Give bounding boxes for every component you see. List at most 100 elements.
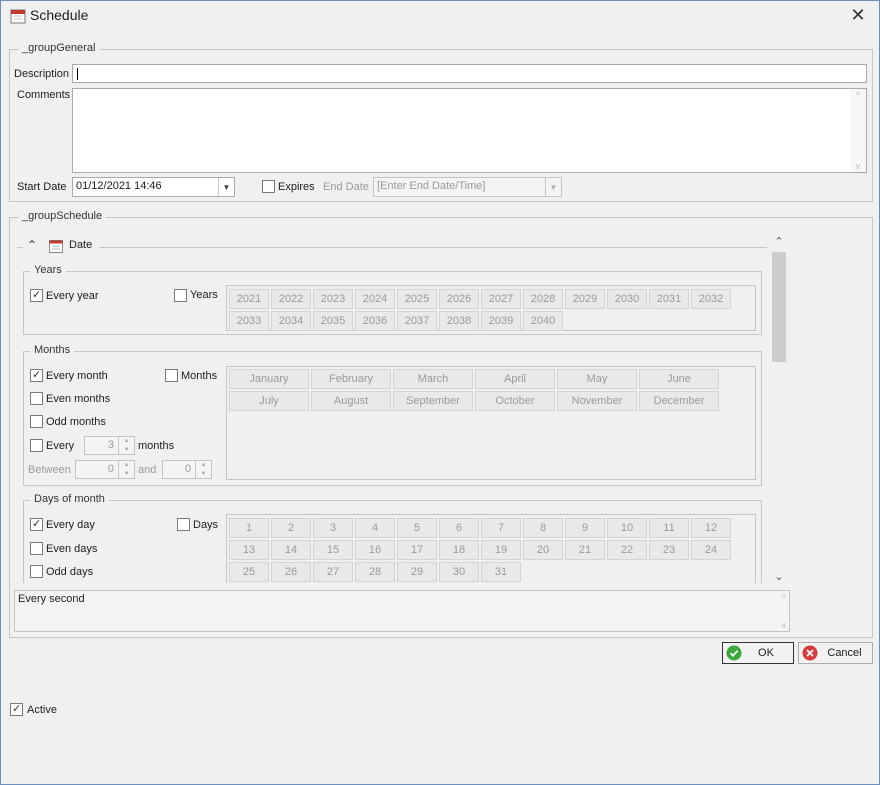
- month-cell[interactable]: November: [557, 391, 637, 411]
- every-month-checkbox[interactable]: [30, 369, 43, 382]
- even-days-checkbox[interactable]: [30, 542, 43, 555]
- month-cell[interactable]: April: [475, 369, 555, 389]
- collapse-section[interactable]: ⌃ Date: [23, 238, 99, 254]
- month-cell[interactable]: July: [229, 391, 309, 411]
- end-date-field[interactable]: [Enter End Date/Time] ▼: [373, 177, 562, 197]
- day-cell[interactable]: 21: [565, 540, 605, 560]
- day-cell[interactable]: 13: [229, 540, 269, 560]
- day-cell[interactable]: 19: [481, 540, 521, 560]
- between-to-stepper[interactable]: 0 ▲ ▼: [162, 460, 212, 479]
- months-checkbox[interactable]: [165, 369, 178, 382]
- year-cell[interactable]: 2036: [355, 311, 395, 331]
- year-cell[interactable]: 2021: [229, 289, 269, 309]
- month-cell[interactable]: January: [229, 369, 309, 389]
- active-checkbox[interactable]: [10, 703, 23, 716]
- day-cell[interactable]: 31: [481, 562, 521, 582]
- summary-textbox[interactable]: Every second ^ v: [14, 590, 790, 632]
- year-cell[interactable]: 2038: [439, 311, 479, 331]
- cancel-button[interactable]: Cancel: [798, 642, 873, 664]
- month-cell[interactable]: October: [475, 391, 555, 411]
- year-cell[interactable]: 2024: [355, 289, 395, 309]
- every-n-months-checkbox[interactable]: [30, 439, 43, 452]
- scroll-up-icon[interactable]: ^: [850, 90, 866, 100]
- day-cell[interactable]: 23: [649, 540, 689, 560]
- day-cell[interactable]: 14: [271, 540, 311, 560]
- scroll-down-icon[interactable]: v: [782, 620, 787, 630]
- day-cell[interactable]: 20: [523, 540, 563, 560]
- year-cell[interactable]: 2025: [397, 289, 437, 309]
- spin-up-icon[interactable]: ▲: [119, 461, 134, 470]
- every-year-checkbox[interactable]: [30, 289, 43, 302]
- year-cell[interactable]: 2023: [313, 289, 353, 309]
- day-cell[interactable]: 25: [229, 562, 269, 582]
- year-cell[interactable]: 2039: [481, 311, 521, 331]
- month-cell[interactable]: September: [393, 391, 473, 411]
- day-cell[interactable]: 12: [691, 518, 731, 538]
- day-cell[interactable]: 9: [565, 518, 605, 538]
- spin-down-icon[interactable]: ▼: [119, 470, 134, 479]
- scroll-up-icon[interactable]: ^: [782, 592, 786, 602]
- odd-months-checkbox[interactable]: [30, 415, 43, 428]
- years-checkbox[interactable]: [174, 289, 187, 302]
- year-cell[interactable]: 2029: [565, 289, 605, 309]
- comments-textarea[interactable]: ^ v: [72, 88, 867, 173]
- every-months-stepper[interactable]: 3 ▲ ▼: [84, 436, 135, 455]
- day-cell[interactable]: 30: [439, 562, 479, 582]
- ok-button[interactable]: OK: [722, 642, 794, 664]
- year-cell[interactable]: 2033: [229, 311, 269, 331]
- day-cell[interactable]: 26: [271, 562, 311, 582]
- month-cell[interactable]: March: [393, 369, 473, 389]
- spin-down-icon[interactable]: ▼: [196, 470, 211, 479]
- month-cell[interactable]: February: [311, 369, 391, 389]
- month-cell[interactable]: June: [639, 369, 719, 389]
- spin-up-icon[interactable]: ▲: [119, 437, 134, 446]
- schedule-scrollbar[interactable]: ⌃ ⌄: [771, 235, 787, 583]
- comments-scrollbar[interactable]: ^ v: [850, 89, 866, 172]
- scroll-down-icon[interactable]: v: [850, 161, 866, 171]
- year-cell[interactable]: 2034: [271, 311, 311, 331]
- day-cell[interactable]: 29: [397, 562, 437, 582]
- between-from-stepper[interactable]: 0 ▲ ▼: [75, 460, 135, 479]
- scroll-up-icon[interactable]: ⌃: [771, 235, 787, 248]
- chevron-up-icon[interactable]: ⌃: [27, 238, 37, 252]
- month-cell[interactable]: December: [639, 391, 719, 411]
- month-cell[interactable]: August: [311, 391, 391, 411]
- chevron-down-icon[interactable]: ▼: [545, 178, 561, 196]
- day-cell[interactable]: 15: [313, 540, 353, 560]
- day-cell[interactable]: 6: [439, 518, 479, 538]
- day-cell[interactable]: 4: [355, 518, 395, 538]
- year-cell[interactable]: 2030: [607, 289, 647, 309]
- year-cell[interactable]: 2040: [523, 311, 563, 331]
- start-date-field[interactable]: 01/12/2021 14:46 ▼: [72, 177, 235, 197]
- day-cell[interactable]: 28: [355, 562, 395, 582]
- year-cell[interactable]: 2028: [523, 289, 563, 309]
- scroll-down-icon[interactable]: ⌄: [771, 570, 787, 583]
- day-cell[interactable]: 11: [649, 518, 689, 538]
- day-cell[interactable]: 10: [607, 518, 647, 538]
- year-cell[interactable]: 2035: [313, 311, 353, 331]
- spin-down-icon[interactable]: ▼: [119, 446, 134, 455]
- year-cell[interactable]: 2026: [439, 289, 479, 309]
- spin-up-icon[interactable]: ▲: [196, 461, 211, 470]
- day-cell[interactable]: 2: [271, 518, 311, 538]
- day-cell[interactable]: 27: [313, 562, 353, 582]
- year-cell[interactable]: 2022: [271, 289, 311, 309]
- month-cell[interactable]: May: [557, 369, 637, 389]
- day-cell[interactable]: 5: [397, 518, 437, 538]
- day-cell[interactable]: 8: [523, 518, 563, 538]
- day-cell[interactable]: 17: [397, 540, 437, 560]
- year-cell[interactable]: 2032: [691, 289, 731, 309]
- chevron-down-icon[interactable]: ▼: [218, 178, 234, 196]
- description-input[interactable]: [72, 64, 867, 83]
- expires-checkbox[interactable]: [262, 180, 275, 193]
- day-cell[interactable]: 16: [355, 540, 395, 560]
- day-cell[interactable]: 7: [481, 518, 521, 538]
- year-cell[interactable]: 2031: [649, 289, 689, 309]
- year-cell[interactable]: 2037: [397, 311, 437, 331]
- day-cell[interactable]: 1: [229, 518, 269, 538]
- day-cell[interactable]: 22: [607, 540, 647, 560]
- odd-days-checkbox[interactable]: [30, 565, 43, 578]
- year-cell[interactable]: 2027: [481, 289, 521, 309]
- scrollbar-thumb[interactable]: [772, 252, 786, 362]
- even-months-checkbox[interactable]: [30, 392, 43, 405]
